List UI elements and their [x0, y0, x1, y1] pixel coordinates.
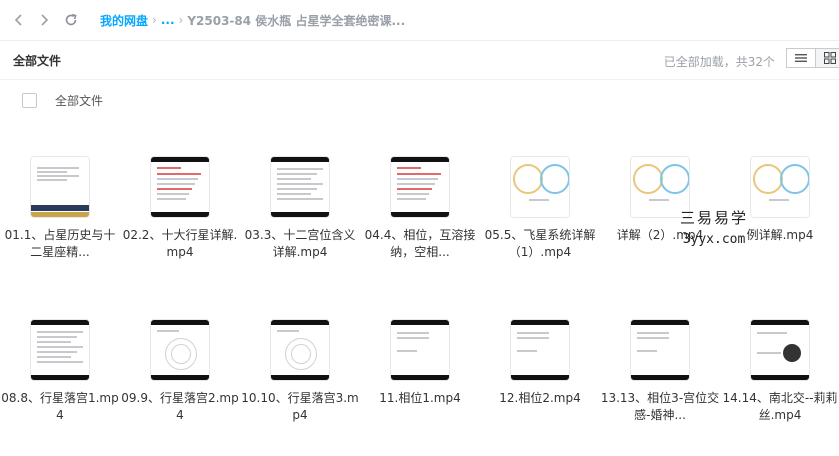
file-item[interactable]: 08.8、行星落宫1.mp4	[0, 303, 120, 433]
file-name: 09.9、行星落宫2.mp4	[121, 391, 239, 422]
video-thumbnail	[31, 157, 89, 217]
file-name: 13.13、相位3-宫位交感-婚神...	[600, 391, 720, 422]
video-thumbnail	[271, 320, 329, 380]
video-thumbnail	[151, 157, 209, 217]
file-name: 12.相位2.mp4	[499, 391, 581, 405]
video-thumbnail	[511, 320, 569, 380]
select-all-row: 全部文件	[0, 85, 839, 117]
view-toggle	[786, 48, 839, 68]
file-name: 14.14、南北交--莉莉丝.mp4	[722, 391, 838, 422]
load-status: 已全部加载，共32个	[663, 55, 775, 69]
video-thumbnail	[391, 320, 449, 380]
file-name: 02.2、十大行星详解.mp4	[122, 228, 238, 259]
file-name: 10.10、行星落宫3.mp4	[241, 391, 359, 422]
file-item[interactable]: 14.14、南北交--莉莉丝.mp4	[720, 303, 839, 433]
file-name: 04.4、相位，互溶接纳，空相...	[364, 228, 476, 259]
forward-arrow-icon[interactable]	[33, 9, 55, 31]
file-item[interactable]: 02.2、十大行星详解.mp4	[120, 140, 240, 270]
select-all-checkbox[interactable]	[22, 93, 37, 108]
file-item[interactable]: 详解（2）.mp4	[600, 140, 720, 270]
video-thumbnail	[751, 320, 809, 380]
top-navigation-bar: 我的网盘 › ... › Y2503-84 侯水瓶 占星学全套绝密课...	[0, 0, 839, 41]
file-item[interactable]: 11.相位1.mp4	[360, 303, 480, 433]
file-item[interactable]: 09.9、行星落宫2.mp4	[120, 303, 240, 433]
breadcrumb-separator: ›	[152, 13, 157, 27]
file-name: 05.5、飞星系统详解（1）.mp4	[484, 228, 596, 259]
file-item[interactable]: 03.3、十二宫位含义详解.mp4	[240, 140, 360, 270]
file-item[interactable]: 例详解.mp4	[720, 140, 839, 270]
list-view-button[interactable]	[786, 48, 816, 68]
file-item[interactable]: 01.1、占星历史与十二星座精...	[0, 140, 120, 270]
file-name: 03.3、十二宫位含义详解.mp4	[244, 228, 356, 259]
file-item[interactable]: 05.5、飞星系统详解（1）.mp4	[480, 140, 600, 270]
breadcrumb-root-link[interactable]: 我的网盘	[100, 12, 148, 29]
grid-view-button[interactable]	[816, 48, 839, 68]
file-name: 08.8、行星落宫1.mp4	[1, 391, 119, 422]
file-name: 11.相位1.mp4	[379, 391, 461, 405]
video-thumbnail	[511, 157, 569, 217]
video-thumbnail	[151, 320, 209, 380]
video-thumbnail	[271, 157, 329, 217]
section-title: 全部文件	[13, 54, 62, 68]
video-thumbnail	[751, 157, 809, 217]
breadcrumb: 我的网盘 › ... › Y2503-84 侯水瓶 占星学全套绝密课...	[100, 0, 405, 40]
breadcrumb-ellipsis-link[interactable]: ...	[161, 13, 175, 27]
refresh-icon[interactable]	[60, 9, 82, 31]
file-grid: 01.1、占星历史与十二星座精... 02.2、十大行星详解.mp4 03.3、十二…	[0, 140, 839, 456]
breadcrumb-separator: ›	[178, 13, 184, 27]
video-thumbnail	[391, 157, 449, 217]
back-arrow-icon[interactable]	[8, 9, 30, 31]
file-item[interactable]: 13.13、相位3-宫位交感-婚神...	[600, 303, 720, 433]
file-name: 例详解.mp4	[746, 228, 814, 242]
file-name: 01.1、占星历史与十二星座精...	[4, 228, 116, 259]
file-item[interactable]: 10.10、行星落宫3.mp4	[240, 303, 360, 433]
list-view-icon	[795, 54, 807, 62]
video-thumbnail	[631, 157, 689, 217]
file-item[interactable]: 04.4、相位，互溶接纳，空相...	[360, 140, 480, 270]
file-name: 详解（2）.mp4	[616, 228, 704, 242]
select-all-label: 全部文件	[55, 94, 104, 108]
video-thumbnail	[631, 320, 689, 380]
file-item[interactable]: 12.相位2.mp4	[480, 303, 600, 433]
video-thumbnail	[31, 320, 89, 380]
grid-view-icon	[824, 52, 836, 64]
breadcrumb-current-folder: Y2503-84 侯水瓶 占星学全套绝密课...	[187, 13, 406, 28]
file-toolbar: 全部文件 已全部加载，共32个	[0, 41, 839, 80]
